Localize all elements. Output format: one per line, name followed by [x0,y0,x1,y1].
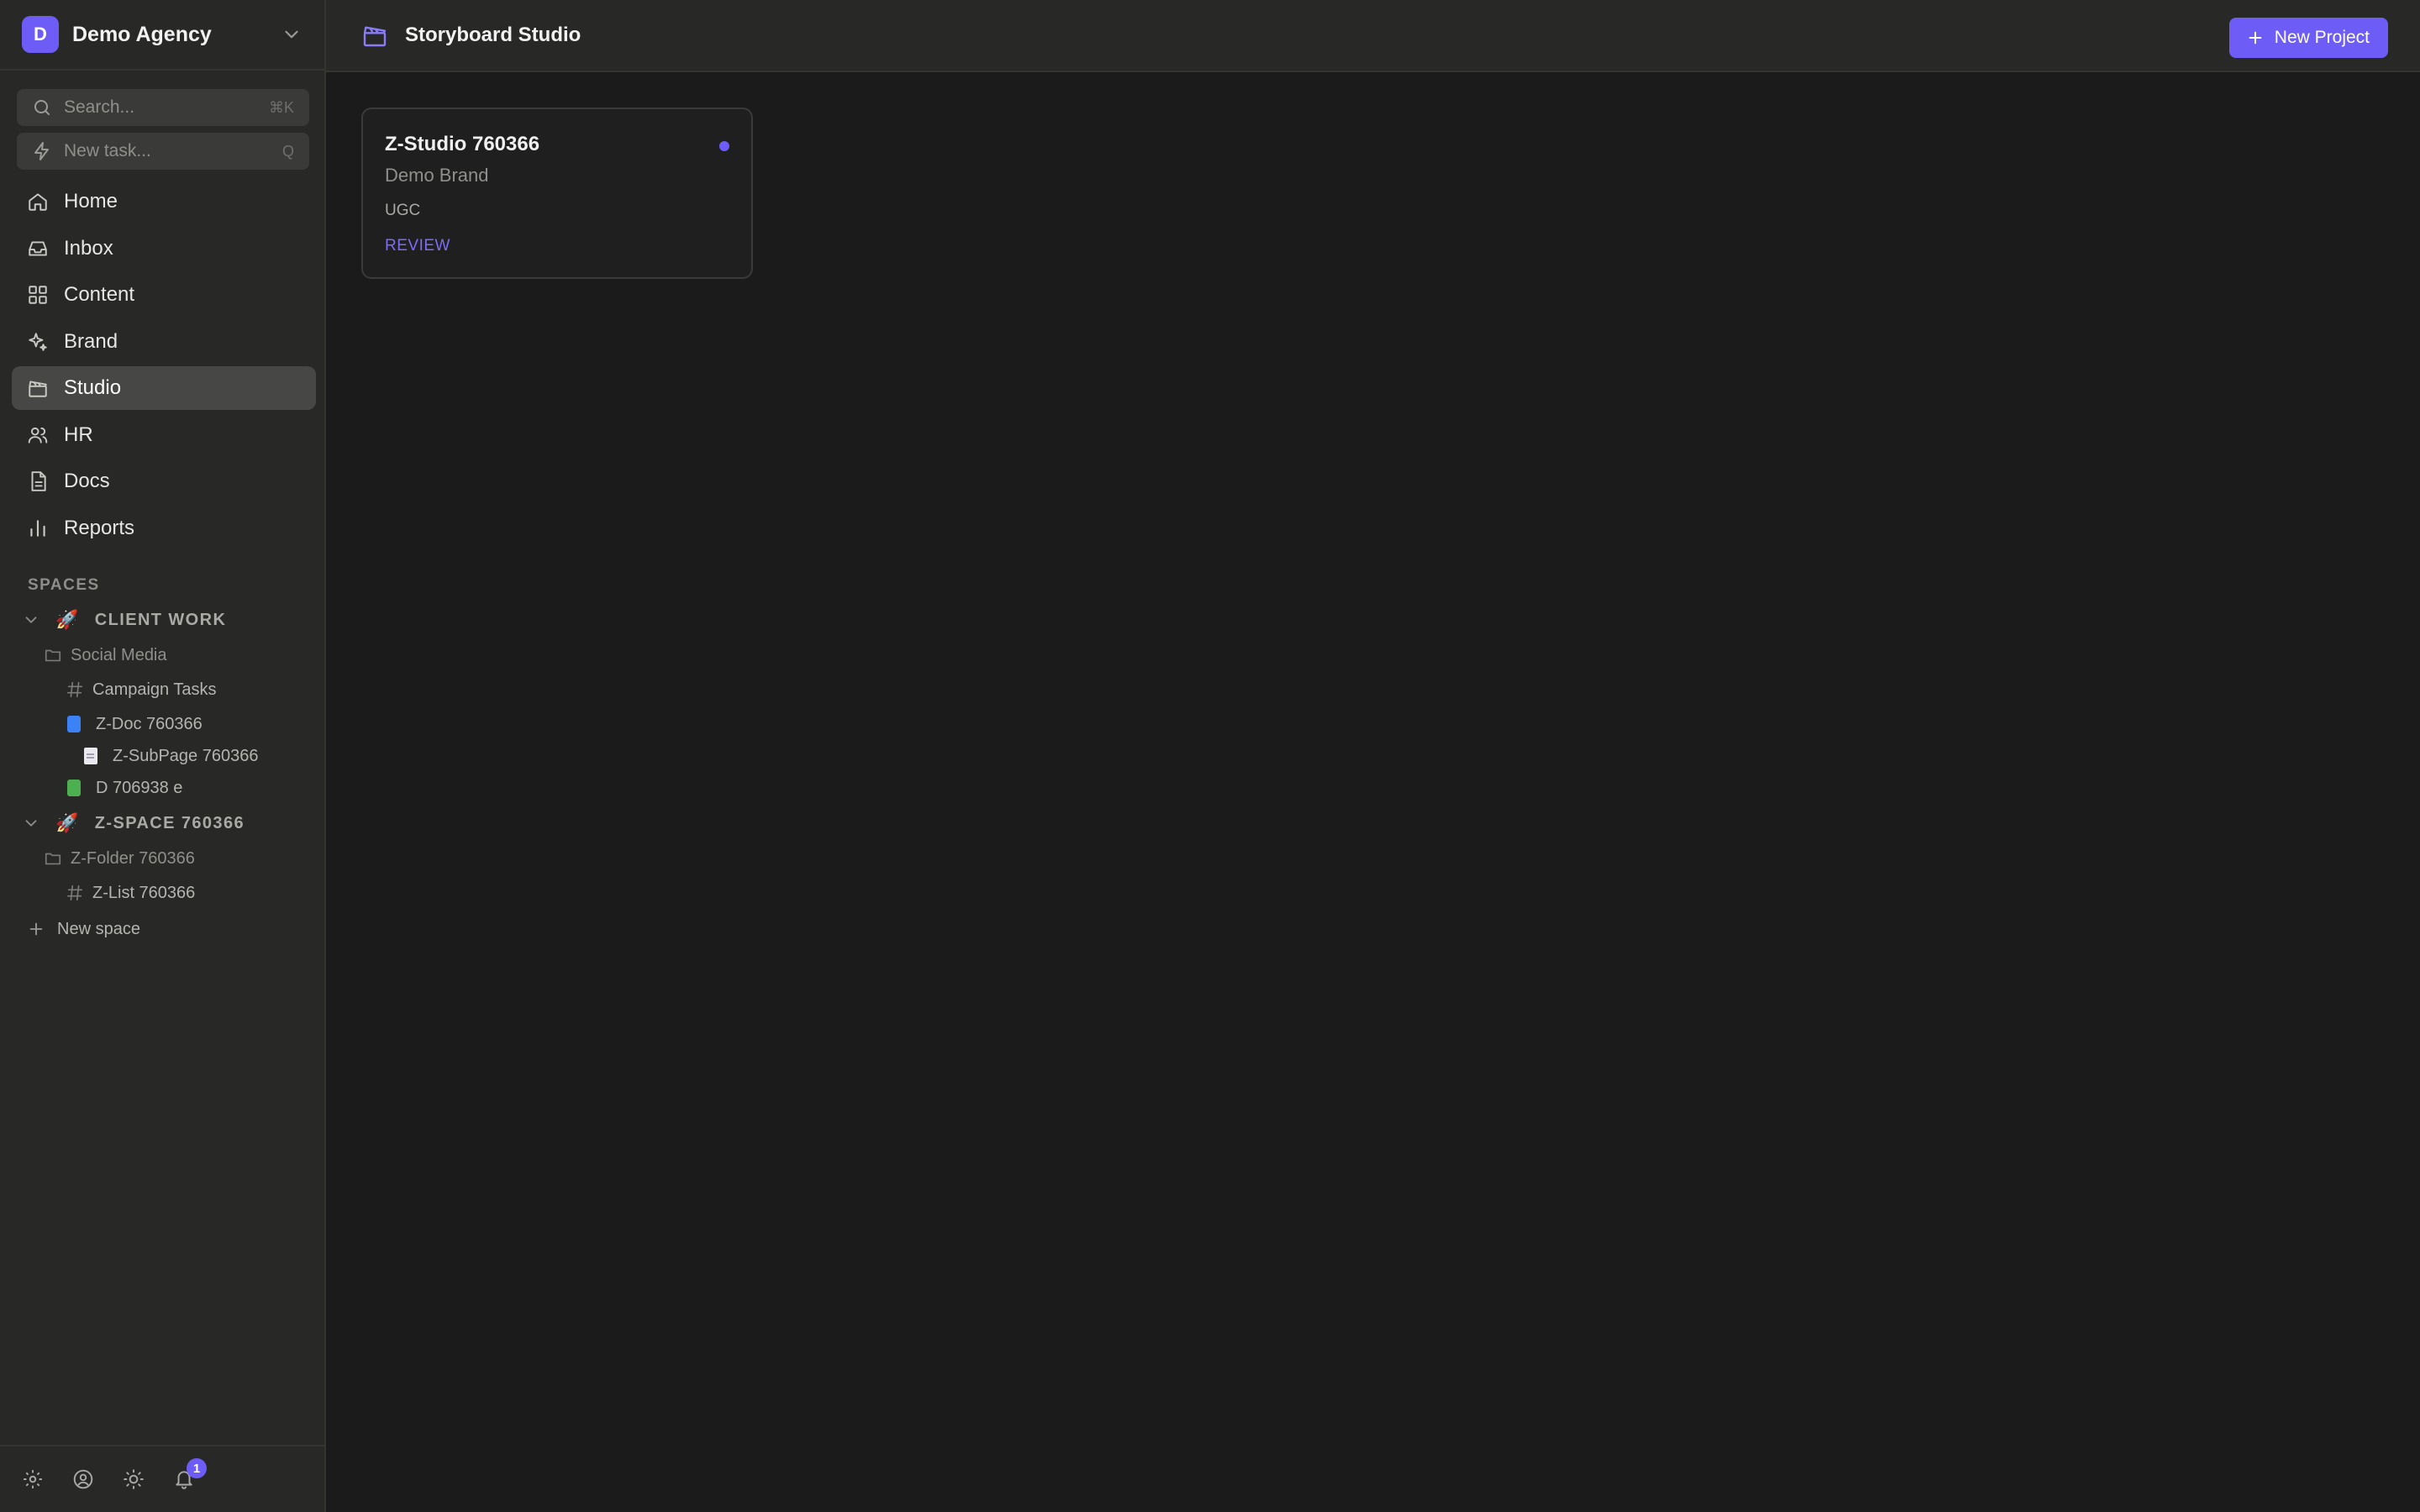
nav-item-studio[interactable]: Studio [12,366,316,410]
folder-z-folder[interactable]: Z-Folder 760366 [0,842,324,875]
new-project-label: New Project [2274,28,2370,47]
workspace-avatar: D [22,16,59,53]
new-task-input[interactable]: New task... Q [17,133,309,170]
inbox-icon [27,238,49,260]
project-brand: Demo Brand [385,165,489,186]
settings-icon[interactable] [22,1468,44,1490]
folder-icon [44,849,62,868]
hash-icon [66,884,84,902]
nav-label: Docs [64,470,110,492]
search-placeholder: Search... [64,97,135,117]
sidebar-footer: 1 [0,1445,324,1512]
list-name: Z-List 760366 [92,883,196,902]
new-space-button[interactable]: New space [0,911,324,948]
clapperboard-icon [27,377,49,399]
sidebar: D Demo Agency Search... ⌘K New task... Q… [0,0,326,1512]
doc-name: Z-Doc 760366 [96,714,203,733]
grid-icon [27,284,49,306]
status-dot [719,141,729,151]
folder-icon [44,646,62,664]
document-icon [27,470,49,492]
top-bar: Storyboard Studio New Project [326,0,2420,72]
nav-label: Studio [64,376,122,399]
new-task-placeholder: New task... [64,141,151,160]
nav-item-content[interactable]: Content [12,273,316,317]
clapperboard-icon [361,22,388,49]
lightning-icon [32,141,52,161]
spaces-heading: SPACES [28,576,100,594]
nav-label: Home [64,190,118,213]
search-icon [32,97,52,118]
doc-d-706938[interactable]: D 706938 e [0,771,324,805]
nav-label: Reports [64,516,135,539]
nav-item-docs[interactable]: Docs [12,459,316,503]
doc-name: D 706938 e [96,778,183,797]
list-z-list[interactable]: Z-List 760366 [0,875,324,911]
chevron-down-icon[interactable] [281,24,302,45]
rocket-icon: 🚀 [55,609,80,630]
doc-z-doc[interactable]: Z-Doc 760366 [0,707,324,741]
users-icon [27,424,49,446]
chevron-down-icon[interactable] [22,814,40,832]
rocket-icon: 🚀 [55,812,80,833]
nav-label: Inbox [64,236,113,260]
project-card[interactable]: Z-Studio 760366 Demo Brand UGC REVIEW [361,108,753,279]
main-nav: Home Inbox Content Brand Studio HR Docs … [12,180,316,553]
search-input[interactable]: Search... ⌘K [17,89,309,126]
space-name: CLIENT WORK [94,610,227,629]
blue-book-icon [67,716,81,732]
green-book-icon [67,780,81,796]
home-icon [27,191,49,213]
workspace-name: Demo Agency [72,22,212,46]
nav-label: HR [64,423,93,446]
space-name: Z-SPACE 760366 [94,813,245,832]
nav-item-reports[interactable]: Reports [12,507,316,550]
nav-item-hr[interactable]: HR [12,413,316,457]
doc-z-subpage[interactable]: Z-SubPage 760366 [0,741,324,771]
space-client-work[interactable]: 🚀 CLIENT WORK [0,601,324,638]
hash-icon [66,680,84,699]
page-title: Storyboard Studio [405,24,581,46]
bell-icon[interactable]: 1 [173,1458,207,1490]
subpage-name: Z-SubPage 760366 [113,746,259,765]
space-z-space[interactable]: 🚀 Z-SPACE 760366 [0,805,324,842]
profile-icon[interactable] [72,1468,94,1490]
folder-social-media[interactable]: Social Media [0,638,324,672]
list-name: Campaign Tasks [92,680,217,699]
project-type: UGC [385,202,421,219]
nav-label: Content [64,283,135,306]
status-badge: REVIEW [385,237,450,255]
nav-label: Brand [64,329,118,353]
nav-item-home[interactable]: Home [12,180,316,223]
search-shortcut: ⌘K [268,98,294,116]
chevron-down-icon[interactable] [22,611,40,629]
folder-name: Z-Folder 760366 [71,848,195,868]
sun-icon[interactable] [123,1468,145,1490]
spaces-tree: 🚀 CLIENT WORK Social Media Campaign Task… [0,601,324,948]
project-title: Z-Studio 760366 [385,133,540,155]
plus-icon [2246,29,2265,47]
page-icon [84,748,97,764]
nav-item-brand[interactable]: Brand [12,320,316,364]
new-task-shortcut: Q [281,142,294,160]
notification-badge: 1 [187,1458,207,1478]
workspace-switcher[interactable]: D Demo Agency [0,0,324,71]
nav-item-inbox[interactable]: Inbox [12,227,316,270]
new-project-button[interactable]: New Project [2228,18,2388,58]
folder-name: Social Media [71,645,167,664]
sparkle-icon [27,331,49,353]
new-space-label: New space [57,919,140,938]
plus-icon [27,920,45,938]
list-campaign-tasks[interactable]: Campaign Tasks [0,672,324,707]
bar-chart-icon [27,517,49,539]
